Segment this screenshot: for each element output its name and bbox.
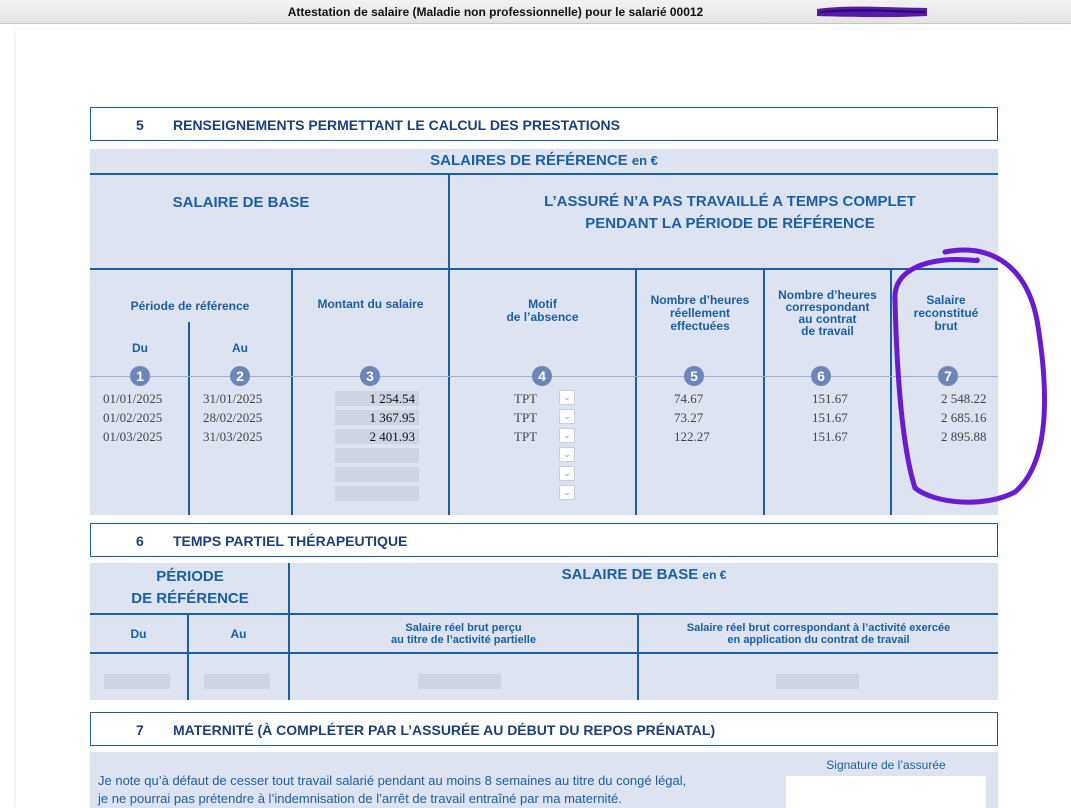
row1-amount-input[interactable]: 1 254.54 xyxy=(335,391,419,406)
s6-col-real: Salaire réel brut perçu au titre de l’ac… xyxy=(290,622,637,646)
col-period: Période de référence xyxy=(130,299,250,313)
row4-reason-dropdown[interactable]: ⌄ xyxy=(559,447,575,462)
s6-from-input[interactable] xyxy=(104,674,170,689)
row1-hours: 74.67 xyxy=(674,391,704,406)
divider xyxy=(90,652,998,654)
section6-title: TEMPS PARTIEL THÉRAPEUTIQUE xyxy=(173,533,408,549)
base-salary-title: SALAIRE DE BASE xyxy=(172,194,310,211)
s6-col-contract-l2: en application du contrat de travail xyxy=(727,634,910,646)
s6-contract-input[interactable] xyxy=(776,674,859,689)
marker-4: 4 xyxy=(532,366,552,386)
chevron-down-icon: ⌄ xyxy=(563,392,571,402)
marker-1: 1 xyxy=(130,366,150,386)
row2-from: 01/02/2025 xyxy=(103,410,163,425)
marker-5: 5 xyxy=(684,366,704,386)
marker-6: 6 xyxy=(811,366,831,386)
section6-base-text: SALAIRE DE BASE xyxy=(561,566,699,583)
chevron-down-icon: ⌄ xyxy=(563,411,571,421)
section7-title: MATERNITÉ (À COMPLÉTER PAR L’ASSURÉE AU … xyxy=(173,722,716,738)
maternity-text-l1: Je note qu’à défaut de cesser tout trava… xyxy=(98,773,687,788)
row3-reason: TPT xyxy=(514,429,538,444)
s6-col-real-l2: au titre de l’activité partielle xyxy=(391,634,536,646)
period-of-reference: PÉRIODE DE RÉFÉRENCE xyxy=(90,566,290,610)
period-l1: PÉRIODE xyxy=(156,568,224,585)
row3-reason-dropdown[interactable]: ⌄ xyxy=(559,428,575,443)
col-contract: Nombre d’heures correspondant au contrat… xyxy=(765,289,890,337)
redaction-scribble xyxy=(817,6,927,18)
row1-reason-dropdown[interactable]: ⌄ xyxy=(559,390,575,405)
partial-title-line2: PENDANT LA PÉRIODE DE RÉFÉRENCE xyxy=(585,215,875,232)
section7-number: 7 xyxy=(136,722,144,738)
section6-number: 6 xyxy=(136,533,144,549)
row5-amount-input[interactable] xyxy=(335,467,419,482)
s6-col-real-l1: Salaire réel brut perçu xyxy=(405,622,522,634)
col-amount: Montant du salaire xyxy=(317,297,424,311)
window-titlebar: Attestation de salaire (Maladie non prof… xyxy=(0,0,1071,24)
row2-reason: TPT xyxy=(514,410,538,425)
section6-base-title: SALAIRE DE BASE en € xyxy=(290,566,998,583)
row1-to: 31/01/2025 xyxy=(203,391,263,406)
row4-amount-input[interactable] xyxy=(335,448,419,463)
col-from: Du xyxy=(132,341,148,355)
row3-from: 01/03/2025 xyxy=(103,429,163,444)
signature-field[interactable] xyxy=(786,776,986,808)
col-to: Au xyxy=(232,341,248,355)
s6-col-to: Au xyxy=(230,627,247,641)
col-hours-l3: effectuées xyxy=(670,319,730,333)
col-reason-l2: de l’absence xyxy=(506,310,579,324)
row6-amount-input[interactable] xyxy=(335,486,419,501)
row2-reason-dropdown[interactable]: ⌄ xyxy=(559,409,575,424)
divider xyxy=(90,268,998,270)
section5-header: 5 RENSEIGNEMENTS PERMETTANT LE CALCUL DE… xyxy=(90,107,998,141)
col-reason: Motif de l’absence xyxy=(450,298,635,324)
row2-contract: 151.67 xyxy=(812,410,848,425)
row5-reason-dropdown[interactable]: ⌄ xyxy=(559,466,575,481)
row1-contract: 151.67 xyxy=(812,391,848,406)
row2-to: 28/02/2025 xyxy=(203,410,263,425)
chevron-down-icon: ⌄ xyxy=(563,449,571,459)
marker-2: 2 xyxy=(230,366,250,386)
row2-hours: 73.27 xyxy=(674,410,704,425)
maternity-text: Je note qu’à défaut de cesser tout trava… xyxy=(98,772,686,808)
s6-to-input[interactable] xyxy=(204,674,270,689)
chevron-down-icon: ⌄ xyxy=(563,487,571,497)
reference-title-text: SALAIRES DE RÉFÉRENCE xyxy=(430,152,628,169)
row3-contract: 151.67 xyxy=(812,429,848,444)
s6-real-input[interactable] xyxy=(418,674,501,689)
divider xyxy=(448,173,450,515)
period-l2: DE RÉFÉRENCE xyxy=(131,590,249,607)
col-contract-l4: de travail xyxy=(801,324,854,338)
row2-amount-input[interactable]: 1 367.95 xyxy=(335,410,419,425)
maternity-text-l2: je ne pourrai pas prétendre à l’indemnis… xyxy=(98,791,622,806)
col-hours: Nombre d’heures réellement effectuées xyxy=(637,294,763,333)
reference-title: SALAIRES DE RÉFÉRENCE en € xyxy=(90,152,998,169)
chevron-down-icon: ⌄ xyxy=(563,430,571,440)
signature-label: Signature de l’assurée xyxy=(826,758,946,772)
divider xyxy=(90,613,998,615)
section7-header: 7 MATERNITÉ (À COMPLÉTER PAR L’ASSURÉE A… xyxy=(90,712,998,746)
section6-header: 6 TEMPS PARTIEL THÉRAPEUTIQUE xyxy=(90,523,998,557)
partial-title: L’ASSURÉ N’A PAS TRAVAILLÉ A TEMPS COMPL… xyxy=(450,191,1010,235)
row1-reason: TPT xyxy=(514,391,538,406)
s6-col-contract: Salaire réel brut correspondant à l’acti… xyxy=(639,622,998,646)
chevron-down-icon: ⌄ xyxy=(563,468,571,478)
divider xyxy=(90,173,998,175)
s6-col-contract-l1: Salaire réel brut correspondant à l’acti… xyxy=(686,622,951,634)
section5-number: 5 xyxy=(136,117,144,133)
s6-col-from: Du xyxy=(130,627,147,641)
row1-from: 01/01/2025 xyxy=(103,391,163,406)
partial-title-line1: L’ASSURÉ N’A PAS TRAVAILLÉ A TEMPS COMPL… xyxy=(544,193,916,210)
section5-title: RENSEIGNEMENTS PERMETTANT LE CALCUL DES … xyxy=(173,117,620,133)
row3-amount-input[interactable]: 2 401.93 xyxy=(335,429,419,444)
row6-reason-dropdown[interactable]: ⌄ xyxy=(559,485,575,500)
row3-to: 31/03/2025 xyxy=(203,429,263,444)
section6-base-unit: en € xyxy=(702,568,727,582)
annotation-circle xyxy=(892,247,1048,505)
row3-hours: 122.27 xyxy=(674,429,710,444)
marker-3: 3 xyxy=(360,366,380,386)
reference-unit: en € xyxy=(631,153,658,168)
